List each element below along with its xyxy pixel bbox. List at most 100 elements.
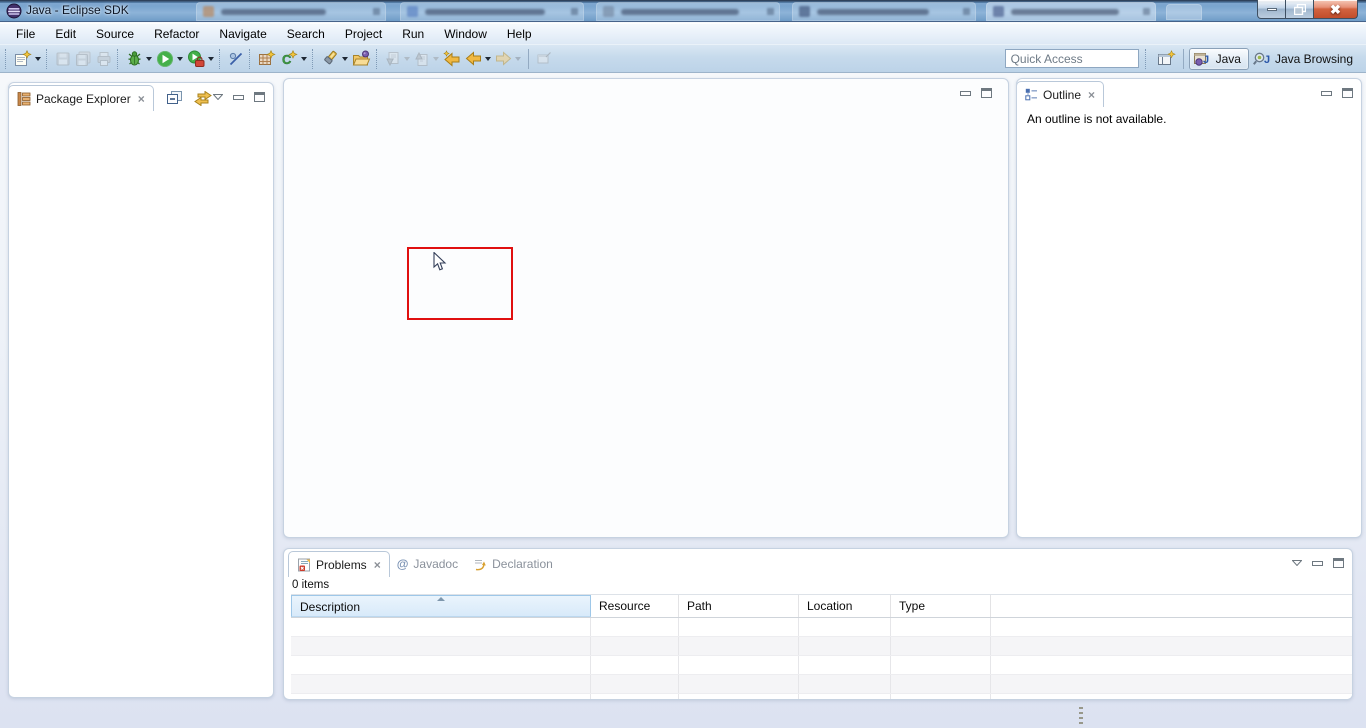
menu-edit[interactable]: Edit xyxy=(45,25,86,43)
package-explorer-buttons xyxy=(213,92,265,110)
new-wizard-dropdown[interactable] xyxy=(35,57,41,61)
search-dropdown[interactable] xyxy=(342,57,348,61)
restore-window-button[interactable] xyxy=(1285,0,1314,19)
javadoc-icon: @ xyxy=(397,557,409,571)
table-row xyxy=(291,675,1352,694)
maximize-view-icon[interactable] xyxy=(1342,88,1353,98)
column-header-type[interactable]: Type xyxy=(891,595,991,617)
open-perspective-button[interactable] xyxy=(1155,47,1178,70)
forward-dropdown[interactable] xyxy=(515,57,521,61)
menu-help[interactable]: Help xyxy=(497,25,542,43)
java-perspective-icon: J xyxy=(1194,51,1212,67)
title-bar[interactable]: Java - Eclipse SDK ✖ xyxy=(0,0,1366,22)
column-header-location[interactable]: Location xyxy=(799,595,891,617)
ghost-new-tab-button xyxy=(1166,4,1202,20)
run-external-tools-button[interactable] xyxy=(185,47,216,70)
maximize-view-icon[interactable] xyxy=(981,88,992,98)
new-class-button[interactable]: C xyxy=(278,47,309,70)
pin-editor-button[interactable] xyxy=(534,47,554,70)
save-all-button[interactable] xyxy=(73,47,94,70)
minimize-view-icon[interactable] xyxy=(233,95,244,100)
run-dropdown[interactable] xyxy=(177,57,183,61)
ghost-close-icon xyxy=(571,8,578,15)
declaration-tab[interactable]: Declaration xyxy=(465,551,561,577)
table-row xyxy=(291,694,1352,700)
view-menu-icon[interactable] xyxy=(213,94,223,100)
debug-icon xyxy=(126,50,143,67)
new-java-project-button[interactable] xyxy=(256,47,278,70)
menu-refactor[interactable]: Refactor xyxy=(144,25,209,43)
perspective-java-browsing-label: Java Browsing xyxy=(1275,52,1353,66)
column-header-resource[interactable]: Resource xyxy=(591,595,679,617)
menu-run[interactable]: Run xyxy=(392,25,434,43)
close-tab-icon[interactable]: × xyxy=(374,559,381,571)
close-tab-icon[interactable]: × xyxy=(138,93,145,105)
minimize-view-icon[interactable] xyxy=(1321,91,1332,96)
ghost-browser-tab xyxy=(196,2,386,21)
view-menu-icon[interactable] xyxy=(1292,560,1302,566)
search-flashlight-icon xyxy=(321,50,339,67)
debug-dropdown[interactable] xyxy=(146,57,152,61)
forward-button[interactable] xyxy=(493,47,523,70)
outline-tab[interactable]: Outline × xyxy=(1016,81,1104,107)
open-task-button[interactable] xyxy=(350,47,373,70)
menu-bar: File Edit Source Refactor Navigate Searc… xyxy=(0,23,1366,44)
minimize-view-icon[interactable] xyxy=(960,91,971,96)
problems-tab[interactable]: Problems × xyxy=(288,551,390,577)
close-tab-icon[interactable]: × xyxy=(1088,89,1095,101)
toolbar-separator xyxy=(117,49,121,69)
minimize-window-button[interactable] xyxy=(1257,0,1286,19)
skip-all-breakpoints-button[interactable] xyxy=(226,47,246,70)
close-window-button[interactable]: ✖ xyxy=(1313,0,1358,19)
debug-button[interactable] xyxy=(124,47,154,70)
sort-ascending-icon xyxy=(437,597,445,601)
close-icon: ✖ xyxy=(1330,3,1341,16)
new-class-dropdown[interactable] xyxy=(301,57,307,61)
previous-annotation-button[interactable] xyxy=(412,47,441,70)
menu-navigate[interactable]: Navigate xyxy=(209,25,276,43)
editor-area-panel[interactable] xyxy=(283,78,1009,538)
next-annotation-button[interactable] xyxy=(383,47,412,70)
print-button[interactable] xyxy=(94,47,114,70)
back-button[interactable] xyxy=(463,47,493,70)
outline-panel: Outline × An outline is not available. xyxy=(1016,78,1362,538)
perspective-java-browsing-button[interactable]: J Java Browsing xyxy=(1249,49,1360,69)
maximize-view-icon[interactable] xyxy=(1333,558,1344,568)
package-explorer-content[interactable] xyxy=(9,110,273,698)
new-wizard-button[interactable] xyxy=(12,47,43,70)
table-row xyxy=(291,656,1352,675)
open-task-icon xyxy=(352,50,371,67)
run-button[interactable] xyxy=(154,47,185,70)
maximize-view-icon[interactable] xyxy=(254,92,265,102)
ghost-favicon xyxy=(799,6,810,17)
column-header-description[interactable]: Description xyxy=(291,595,591,617)
javadoc-tab-label: Javadoc xyxy=(413,557,458,571)
external-tools-dropdown[interactable] xyxy=(208,57,214,61)
next-annotation-dropdown[interactable] xyxy=(404,57,410,61)
search-button[interactable] xyxy=(319,47,350,70)
eclipse-window: Java - Eclipse SDK ✖ File Edit Source Re… xyxy=(0,0,1366,728)
menu-source[interactable]: Source xyxy=(86,25,144,43)
menu-project[interactable]: Project xyxy=(335,25,392,43)
toolbar-separator xyxy=(312,49,316,69)
package-explorer-tab[interactable]: Package Explorer × xyxy=(8,85,154,111)
menu-search[interactable]: Search xyxy=(277,25,335,43)
menu-file[interactable]: File xyxy=(6,25,45,43)
last-edit-location-icon xyxy=(443,50,461,67)
link-with-editor-icon[interactable] xyxy=(194,91,212,106)
back-dropdown[interactable] xyxy=(485,57,491,61)
save-button[interactable] xyxy=(53,47,73,70)
quick-access-input[interactable] xyxy=(1005,49,1139,68)
column-header-path[interactable]: Path xyxy=(679,595,799,617)
ghost-close-icon xyxy=(767,8,774,15)
minimize-view-icon[interactable] xyxy=(1312,561,1323,566)
back-arrow-icon xyxy=(465,50,482,67)
statusbar-drag-handle[interactable] xyxy=(1079,707,1083,724)
perspective-java-button[interactable]: J Java xyxy=(1189,48,1249,70)
previous-annotation-dropdown[interactable] xyxy=(433,57,439,61)
menu-window[interactable]: Window xyxy=(434,25,497,43)
last-edit-location-button[interactable] xyxy=(441,47,463,70)
javadoc-tab[interactable]: @ Javadoc xyxy=(389,551,466,577)
collapse-all-icon[interactable] xyxy=(166,90,183,106)
main-toolbar: C xyxy=(0,44,1366,73)
